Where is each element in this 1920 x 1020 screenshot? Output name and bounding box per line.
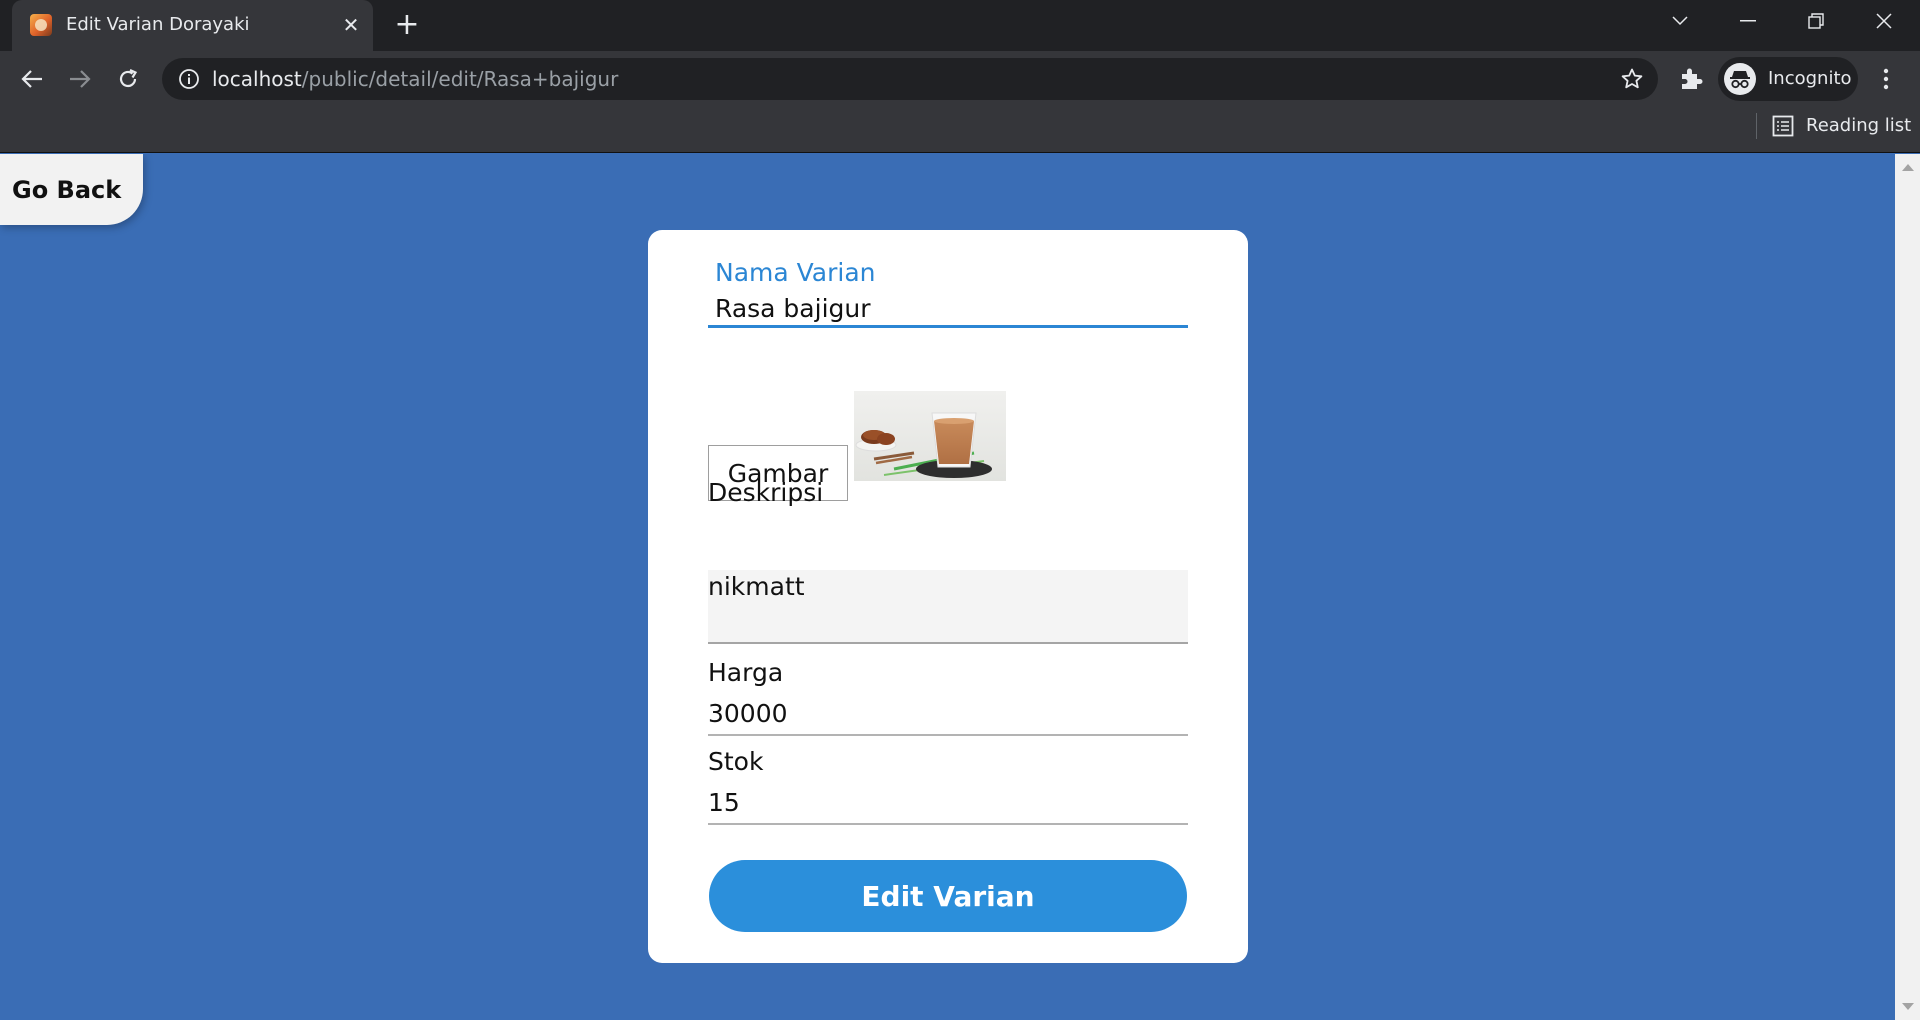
- extensions-puzzle-icon[interactable]: [1678, 66, 1704, 92]
- variant-image: [854, 391, 1006, 481]
- description-textarea[interactable]: nikmatt: [708, 570, 1188, 644]
- tab-title: Edit Varian Dorayaki: [66, 14, 250, 35]
- url-path: /public/detail/edit/Rasa+bajigur: [301, 67, 619, 91]
- reload-icon[interactable]: [110, 62, 146, 96]
- url-text[interactable]: localhost/public/detail/edit/Rasa+bajigu…: [212, 67, 618, 91]
- page-viewport: Go Back Nama Varian Rasa bajigur Gambar: [0, 154, 1895, 1020]
- back-arrow-icon[interactable]: [14, 62, 50, 96]
- dorayaki-favicon-icon: [30, 14, 52, 36]
- close-window-icon[interactable]: [1854, 0, 1914, 42]
- address-bar[interactable]: localhost/public/detail/edit/Rasa+bajigu…: [162, 58, 1658, 100]
- vertical-scrollbar[interactable]: [1895, 154, 1920, 1020]
- browser-tab[interactable]: Edit Varian Dorayaki ✕: [12, 0, 373, 51]
- tab-strip: Edit Varian Dorayaki ✕ +: [0, 0, 1920, 51]
- browser-toolbar: localhost/public/detail/edit/Rasa+bajigu…: [0, 51, 1920, 107]
- incognito-profile-button[interactable]: Incognito: [1718, 57, 1858, 101]
- new-tab-icon[interactable]: +: [392, 10, 422, 40]
- price-input[interactable]: 30000: [708, 694, 1188, 736]
- reading-list-button[interactable]: Reading list: [1806, 115, 1911, 136]
- stock-input[interactable]: 15: [708, 783, 1188, 825]
- variant-name-label: Nama Varian: [715, 258, 876, 287]
- edit-variant-form: Nama Varian Rasa bajigur Gambar Deskrips…: [648, 230, 1248, 963]
- scroll-down-arrow-icon[interactable]: [1902, 1003, 1914, 1010]
- go-back-button[interactable]: Go Back: [0, 154, 143, 225]
- minimize-icon[interactable]: [1718, 0, 1778, 42]
- reading-list-icon[interactable]: [1772, 115, 1794, 137]
- incognito-label: Incognito: [1768, 68, 1852, 89]
- description-label: Deskripsi: [708, 478, 824, 507]
- price-label: Harga: [708, 658, 784, 687]
- forward-arrow-icon[interactable]: [62, 62, 98, 96]
- close-tab-icon[interactable]: ✕: [338, 12, 364, 38]
- tab-search-chevron-icon[interactable]: [1650, 0, 1710, 42]
- variant-name-field[interactable]: Nama Varian Rasa bajigur: [708, 258, 1188, 328]
- bookmarks-divider: [1756, 113, 1757, 139]
- scroll-up-arrow-icon[interactable]: [1902, 164, 1914, 171]
- info-icon[interactable]: [178, 68, 200, 90]
- stock-label: Stok: [708, 747, 764, 776]
- incognito-icon: [1724, 63, 1756, 95]
- restore-icon[interactable]: [1786, 0, 1846, 42]
- variant-name-input[interactable]: Rasa bajigur: [715, 294, 871, 323]
- edit-variant-button[interactable]: Edit Varian: [709, 860, 1187, 932]
- bookmark-star-icon[interactable]: [1620, 67, 1644, 91]
- bookmarks-bar: Reading list: [0, 107, 1920, 153]
- url-host: localhost: [212, 67, 302, 91]
- browser-menu-icon[interactable]: [1874, 65, 1898, 93]
